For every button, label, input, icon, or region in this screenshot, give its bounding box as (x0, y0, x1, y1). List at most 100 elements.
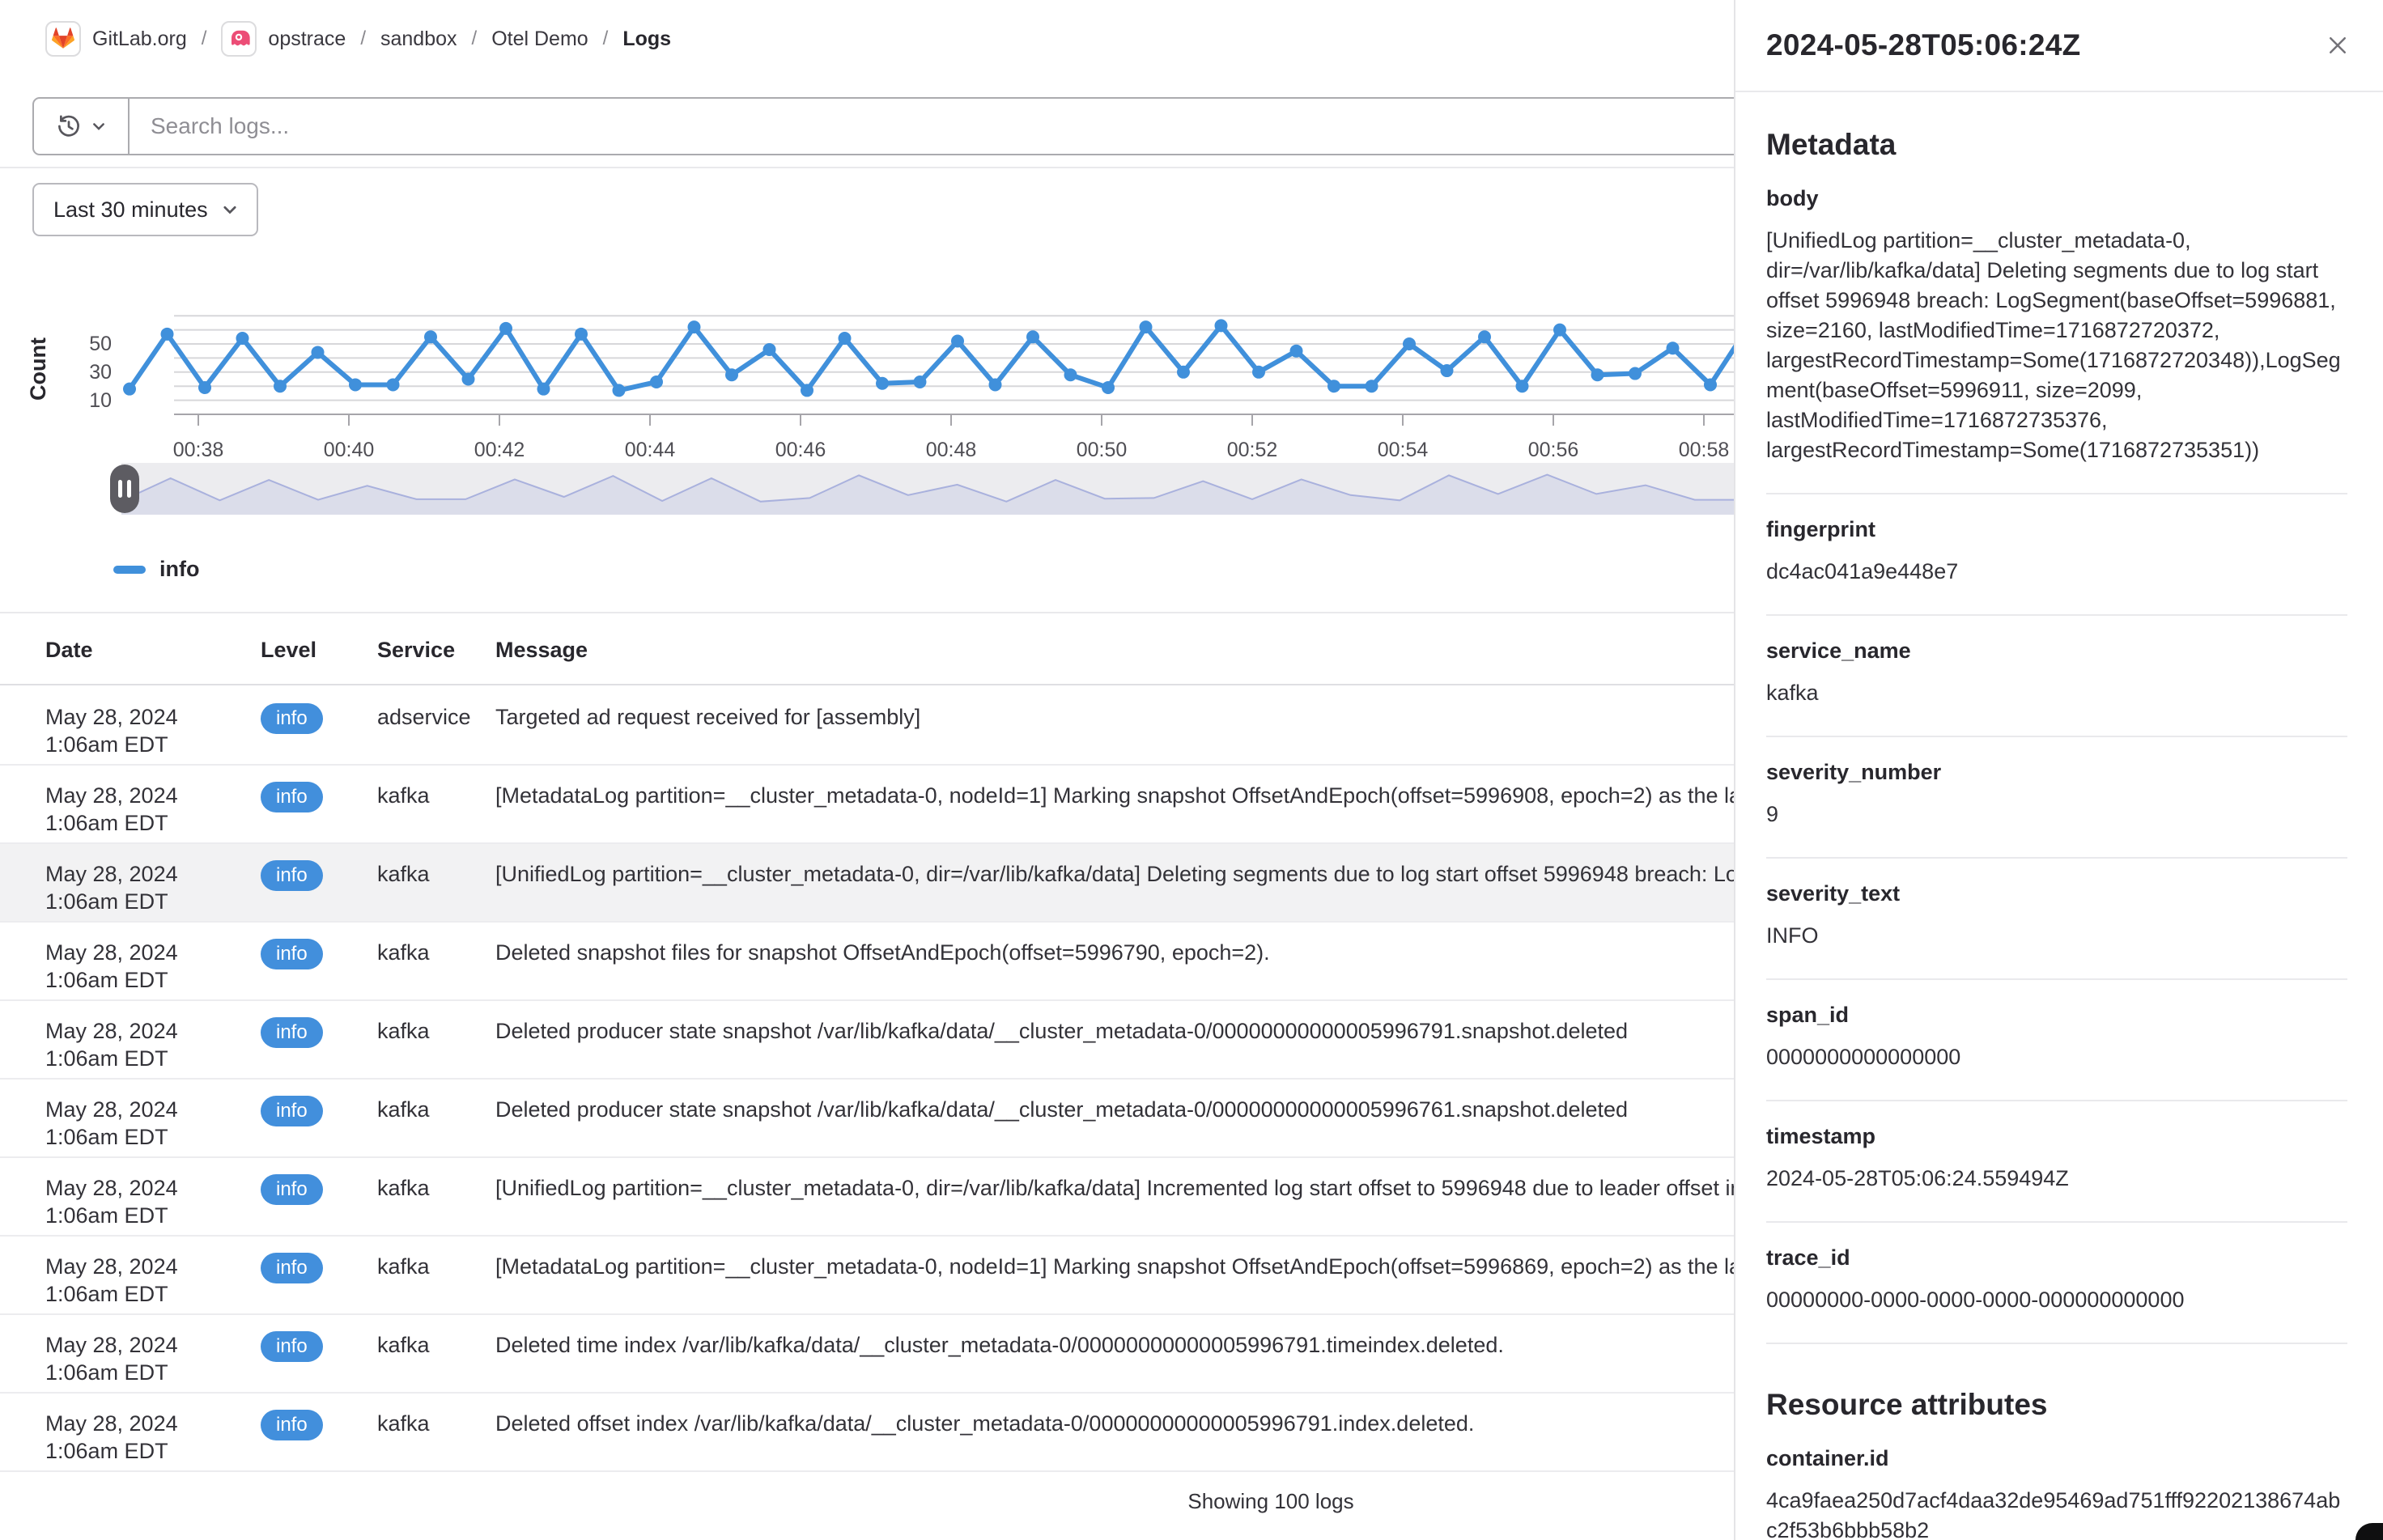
legend-label: info (159, 557, 199, 582)
metadata-field: severity_number 9 (1766, 737, 2347, 859)
time-range-dropdown[interactable]: Last 30 minutes (32, 183, 258, 236)
log-service: kafka (377, 1174, 495, 1235)
log-service: kafka (377, 782, 495, 842)
x-tick-label: 00:40 (324, 439, 375, 462)
log-service: kafka (377, 860, 495, 921)
breadcrumb-item-sandbox[interactable]: sandbox (380, 28, 457, 51)
log-date-line2: 1:06am EDT (45, 888, 261, 915)
search-input[interactable] (130, 99, 1747, 154)
level-badge: info (261, 1017, 323, 1048)
log-service: kafka (377, 1331, 495, 1392)
level-badge: info (261, 703, 323, 734)
level-badge: info (261, 1253, 323, 1283)
breadcrumb-item-gitlab-org[interactable]: GitLab.org (45, 21, 187, 57)
log-level-cell: info (261, 1017, 377, 1078)
breadcrumb-separator: / (603, 28, 609, 50)
log-level-cell: info (261, 1410, 377, 1470)
log-date-line1: May 28, 2024 (45, 860, 261, 888)
log-service: kafka (377, 1410, 495, 1470)
log-date-line1: May 28, 2024 (45, 1017, 261, 1045)
search-history-button[interactable] (34, 99, 130, 154)
field-value: 00000000-0000-0000-0000-000000000000 (1766, 1285, 2347, 1315)
breadcrumb-label: Otel Demo (491, 28, 588, 51)
breadcrumb-label: Logs (622, 28, 671, 51)
log-detail-panel: 2024-05-28T05:06:24Z Metadata body [Unif… (1734, 0, 2383, 1540)
chart-legend[interactable]: info (113, 557, 199, 582)
log-date-line2: 1:06am EDT (45, 966, 261, 994)
field-key: service_name (1766, 638, 2347, 664)
field-value: 4ca9faea250d7acf4daa32de95469ad751fff922… (1766, 1486, 2347, 1540)
panel-section-heading: Resource attributes (1766, 1388, 2347, 1422)
metadata-field: body [UnifiedLog partition=__cluster_met… (1766, 163, 2347, 494)
log-date: May 28, 20241:06am EDT (45, 703, 261, 764)
x-tick-label: 00:42 (474, 439, 525, 462)
log-search-bar (32, 97, 1748, 155)
log-service: adservice (377, 703, 495, 764)
field-value: kafka (1766, 678, 2347, 708)
log-date-line2: 1:06am EDT (45, 1202, 261, 1229)
metadata-field: timestamp 2024-05-28T05:06:24.559494Z (1766, 1101, 2347, 1223)
level-badge: info (261, 1410, 323, 1440)
log-date: May 28, 20241:06am EDT (45, 1253, 261, 1313)
metadata-field: span_id 0000000000000000 (1766, 980, 2347, 1101)
gitlab-tanuki-icon (45, 21, 81, 57)
metadata-field: trace_id 00000000-0000-0000-0000-0000000… (1766, 1223, 2347, 1344)
breadcrumb-item-otel-demo[interactable]: Otel Demo (491, 28, 588, 51)
time-range-label: Last 30 minutes (53, 197, 208, 223)
log-date: May 28, 20241:06am EDT (45, 1017, 261, 1078)
logs-volume-chart[interactable] (121, 299, 1748, 461)
metadata-field: container.id 4ca9faea250d7acf4daa32de954… (1766, 1423, 2347, 1540)
x-tick-label: 00:54 (1378, 439, 1429, 462)
panel-title-timestamp: 2024-05-28T05:06:24Z (1766, 28, 2081, 62)
log-level-cell: info (261, 1096, 377, 1156)
field-value: 0000000000000000 (1766, 1042, 2347, 1072)
log-date: May 28, 20241:06am EDT (45, 1096, 261, 1156)
field-value: INFO (1766, 921, 2347, 951)
log-date-line1: May 28, 2024 (45, 1331, 261, 1359)
level-badge: info (261, 1331, 323, 1362)
x-tick-label: 00:46 (775, 439, 826, 462)
log-date-line2: 1:06am EDT (45, 1123, 261, 1151)
metadata-field: service_name kafka (1766, 616, 2347, 737)
y-tick-label: 30 (47, 360, 112, 384)
breadcrumb-item-opstrace[interactable]: opstrace (221, 21, 346, 57)
brush-drag-handle[interactable] (110, 465, 139, 513)
field-key: severity_number (1766, 760, 2347, 785)
metadata-field: fingerprint dc4ac041a9e448e7 (1766, 494, 2347, 616)
log-level-cell: info (261, 1331, 377, 1392)
log-level-cell: info (261, 860, 377, 921)
log-date-line1: May 28, 2024 (45, 939, 261, 966)
log-date-line1: May 28, 2024 (45, 1253, 261, 1280)
breadcrumb-separator: / (202, 28, 207, 50)
log-date-line2: 1:06am EDT (45, 1437, 261, 1465)
field-value: 2024-05-28T05:06:24.559494Z (1766, 1164, 2347, 1194)
x-tick-label: 00:56 (1528, 439, 1579, 462)
level-badge: info (261, 939, 323, 969)
log-level-cell: info (261, 1174, 377, 1235)
level-badge: info (261, 782, 323, 812)
log-date-line1: May 28, 2024 (45, 1174, 261, 1202)
field-value: [UnifiedLog partition=__cluster_metadata… (1766, 226, 2347, 465)
column-header-service[interactable]: Service (377, 638, 495, 663)
breadcrumb-label: opstrace (268, 28, 346, 51)
log-date-line1: May 28, 2024 (45, 703, 261, 731)
x-tick-label: 00:48 (926, 439, 977, 462)
field-value: 9 (1766, 800, 2347, 829)
logs-explorer-page: GitLab.org / opstrace / sandbox / Otel D… (0, 0, 2383, 1540)
x-tick-label: 00:50 (1077, 439, 1128, 462)
opstrace-octopus-icon (221, 21, 257, 57)
x-tick-label: 00:58 (1679, 439, 1730, 462)
log-date-line2: 1:06am EDT (45, 1359, 261, 1386)
log-level-cell: info (261, 1253, 377, 1313)
panel-header: 2024-05-28T05:06:24Z (1735, 0, 2383, 92)
log-date: May 28, 20241:06am EDT (45, 782, 261, 842)
breadcrumb-label: GitLab.org (92, 28, 187, 51)
chevron-down-icon (221, 201, 239, 218)
log-level-cell: info (261, 939, 377, 999)
panel-section-heading: Metadata (1766, 128, 2347, 162)
column-header-date[interactable]: Date (45, 638, 261, 663)
field-value: dc4ac041a9e448e7 (1766, 557, 2347, 587)
field-key: container.id (1766, 1446, 2347, 1471)
column-header-level[interactable]: Level (261, 638, 377, 663)
close-icon[interactable] (2317, 24, 2359, 66)
